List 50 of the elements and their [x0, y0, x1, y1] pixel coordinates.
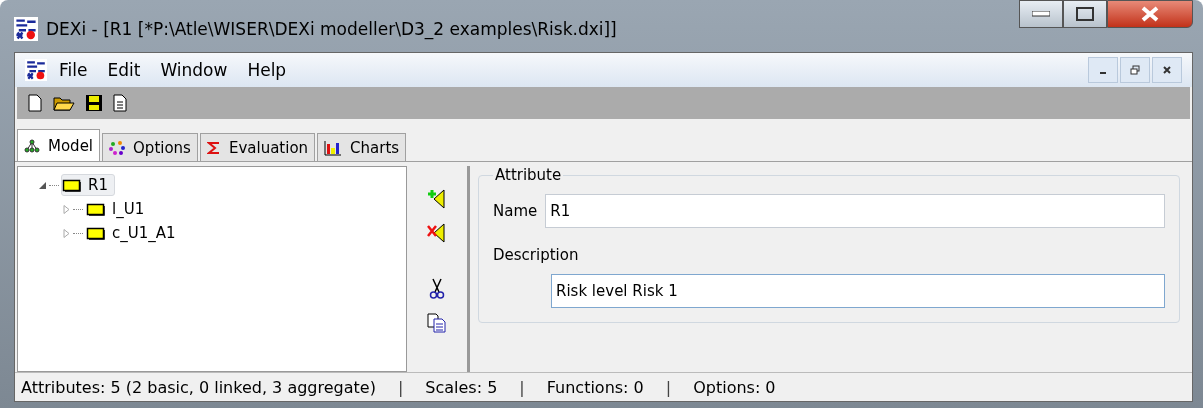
status-text: Options: 0: [693, 377, 776, 397]
menu-item[interactable]: Edit: [99, 60, 149, 80]
save-icon[interactable]: [85, 94, 103, 112]
tree-item[interactable]: l_U1: [85, 198, 152, 220]
node-icon: [62, 178, 82, 192]
bar-chart-icon: [324, 139, 343, 156]
window-title: DEXi - [R1 [*P:\Atle\WISER\DEXi modeller\D3_2 examples\Risk.dxi]]: [46, 19, 618, 39]
separator: |: [396, 377, 405, 397]
node-icon: [86, 202, 106, 216]
close-button[interactable]: [1107, 0, 1193, 28]
tab[interactable]: Model: [17, 129, 101, 161]
app-logo-icon: [14, 17, 38, 41]
node-icon: [86, 226, 106, 240]
separator: |: [664, 377, 673, 397]
tab[interactable]: Charts: [317, 133, 407, 161]
scissors-icon[interactable]: [429, 278, 445, 300]
field-label: Name: [493, 202, 538, 220]
document-icon[interactable]: [113, 94, 127, 112]
status-text: Attributes: 5 (2 basic, 0 linked, 3 aggregate): [21, 377, 376, 397]
tab[interactable]: Options: [102, 133, 198, 161]
sigma-icon: [206, 140, 221, 155]
maximize-button[interactable]: [1063, 0, 1107, 28]
menu-item[interactable]: Help: [239, 60, 295, 80]
restore-icon: [1130, 65, 1140, 75]
status-text: Functions: 0: [546, 377, 644, 397]
delete-icon[interactable]: [427, 222, 447, 244]
new-file-icon[interactable]: [27, 94, 43, 112]
dots-icon: [109, 140, 126, 155]
menu-item[interactable]: Window: [152, 60, 236, 80]
group-title: Attribute: [494, 166, 563, 184]
open-folder-icon[interactable]: [53, 94, 75, 112]
name-field[interactable]: R1: [545, 194, 1165, 228]
tree-icon: [24, 138, 40, 153]
minimize-button[interactable]: [1019, 0, 1063, 28]
tab[interactable]: Evaluation: [199, 133, 316, 161]
status-text: Scales: 5: [425, 377, 498, 397]
maximize-icon: [1076, 7, 1094, 21]
separator: |: [518, 377, 526, 397]
close-icon: [1140, 6, 1160, 22]
copy-icon[interactable]: [427, 312, 447, 334]
menu-item[interactable]: File: [51, 60, 96, 80]
field-label: Description: [493, 246, 580, 264]
description-field[interactable]: Risk level Risk 1: [551, 274, 1165, 308]
tree-item[interactable]: c_U1_A1: [85, 222, 183, 244]
close-icon: [1162, 65, 1172, 75]
collapse-arrow-icon[interactable]: [38, 180, 47, 190]
tree-item[interactable]: R1: [61, 174, 115, 196]
app-logo-icon: [25, 59, 47, 81]
add-child-icon[interactable]: [427, 188, 447, 210]
minimize-icon: [1032, 11, 1050, 17]
